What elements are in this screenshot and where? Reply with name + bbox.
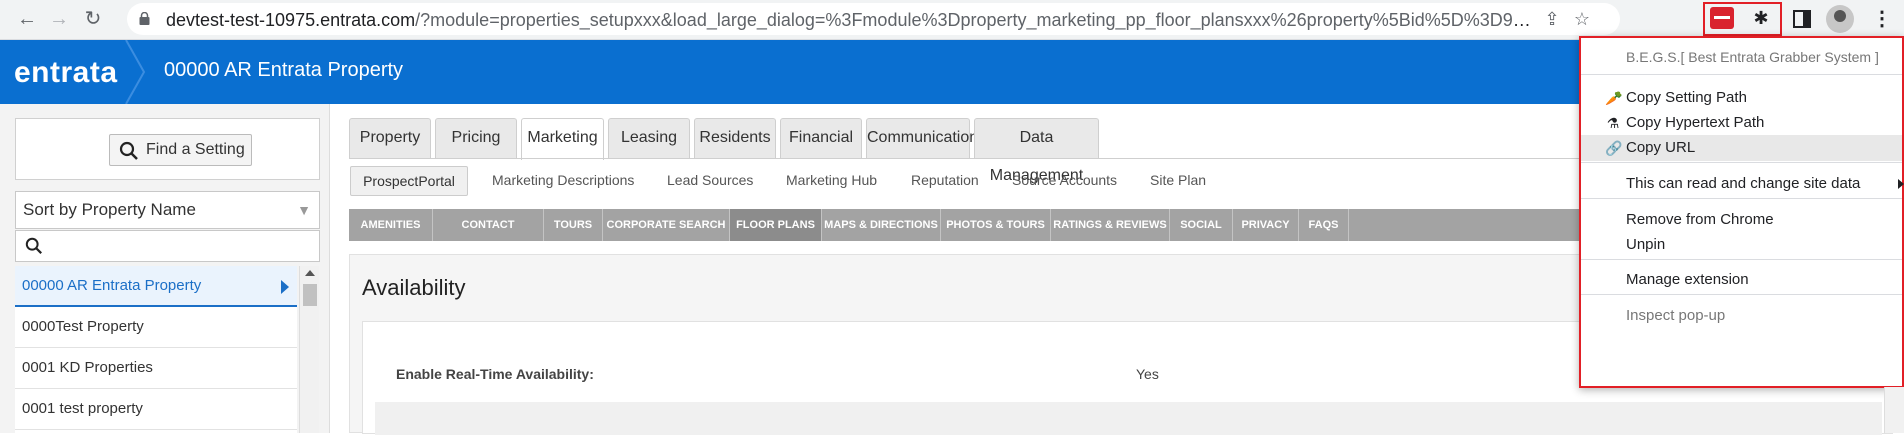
subnav-marketing-hub[interactable]: Marketing Hub: [786, 172, 877, 188]
inspect-popup-item[interactable]: Inspect pop-up: [1581, 303, 1902, 329]
subnav-lead-sources[interactable]: Lead Sources: [667, 172, 753, 188]
subnav-prospectportal[interactable]: ProspectPortal: [350, 166, 468, 196]
settings-row-strip: [375, 402, 1882, 435]
sort-select[interactable]: Sort by Property Name ▼: [15, 191, 320, 229]
realtime-availability-value: Yes: [1136, 366, 1159, 382]
list-item-label: 00000 AR Entrata Property: [22, 277, 202, 294]
menu-item-label: This can read and change site data: [1626, 175, 1861, 192]
gnav-faqs[interactable]: FAQS: [1299, 209, 1349, 241]
tab-communication[interactable]: Communication: [866, 118, 978, 158]
property-search-input[interactable]: [15, 230, 320, 262]
avatar[interactable]: [1826, 5, 1854, 33]
unpin-item[interactable]: Unpin: [1581, 232, 1902, 258]
tab-data-management[interactable]: Data Management: [974, 118, 1099, 184]
subnav-reputation[interactable]: Reputation: [911, 172, 979, 188]
entrata-logo[interactable]: entrata: [14, 56, 118, 90]
copy-hypertext-path-item[interactable]: ⚗ Copy Hypertext Path: [1581, 110, 1902, 136]
list-item-label: 0000Test Property: [22, 318, 144, 335]
share-icon[interactable]: ⇪: [1541, 8, 1563, 30]
list-item[interactable]: 0001 test property: [15, 389, 297, 430]
subnav-marketing-descriptions[interactable]: Marketing Descriptions: [492, 172, 634, 188]
tab-financial[interactable]: Financial: [780, 118, 862, 158]
tab-pricing[interactable]: Pricing: [435, 118, 517, 158]
gnav-amenities[interactable]: AMENITIES: [349, 209, 433, 241]
tab-leasing[interactable]: Leasing: [608, 118, 690, 158]
gnav-ratings-reviews[interactable]: RATINGS & REVIEWS: [1051, 209, 1170, 241]
section-title: Availability: [362, 275, 466, 300]
search-icon: [25, 237, 42, 254]
caret-right-icon: [281, 280, 289, 294]
site-data-item[interactable]: This can read and change site data: [1581, 171, 1904, 197]
menu-item-label: Inspect pop-up: [1626, 307, 1726, 324]
back-arrow-icon[interactable]: ←: [15, 7, 39, 31]
star-icon[interactable]: ☆: [1571, 8, 1593, 30]
copy-url-item[interactable]: 🔗 Copy URL: [1581, 135, 1902, 161]
search-icon: [119, 141, 138, 160]
link-icon: 🔗: [1605, 140, 1623, 156]
puzzle-icon[interactable]: ✱: [1750, 7, 1772, 29]
scroll-thumb[interactable]: [303, 284, 317, 306]
address-bar[interactable]: devtest-test-10975.entrata.com/?module=p…: [127, 3, 1620, 35]
list-item[interactable]: 0000Test Property: [15, 307, 297, 348]
menu-divider: [1581, 294, 1902, 295]
browser-toolbar: ← → ↻ devtest-test-10975.entrata.com/?mo…: [0, 0, 1904, 40]
dropdown-arrow-icon: ▼: [297, 202, 311, 218]
forward-arrow-icon[interactable]: →: [47, 7, 71, 31]
property-title: 00000 AR Entrata Property: [164, 59, 404, 81]
gnav-photos-tours[interactable]: PHOTOS & TOURS: [941, 209, 1051, 241]
realtime-availability-label: Enable Real-Time Availability:: [396, 366, 594, 382]
menu-item-label: Manage extension: [1626, 271, 1749, 288]
find-setting-box: Find a Setting: [15, 118, 320, 180]
menu-item-label: Copy Hypertext Path: [1626, 114, 1765, 131]
gnav-contact-methods[interactable]: CONTACT METHODS: [433, 209, 544, 263]
list-item[interactable]: 00000 AR Entrata Property: [15, 266, 297, 307]
remove-from-chrome-item[interactable]: Remove from Chrome: [1581, 207, 1902, 233]
gnav-social[interactable]: SOCIAL: [1170, 209, 1233, 241]
menu-item-label: Copy URL: [1626, 139, 1696, 156]
menu-item-label: Copy Setting Path: [1626, 89, 1747, 106]
reload-icon[interactable]: ↻: [81, 7, 105, 31]
subnav-site-plan[interactable]: Site Plan: [1150, 172, 1206, 188]
list-item-label: 0001 KD Properties: [22, 359, 153, 376]
menu-item-label: Unpin: [1626, 236, 1666, 253]
manage-extension-item[interactable]: Manage extension: [1581, 267, 1902, 293]
submenu-arrow-icon: [1898, 179, 1904, 189]
menu-divider: [1581, 162, 1902, 163]
find-setting-button[interactable]: Find a Setting: [109, 134, 252, 166]
list-item[interactable]: 0001 KD Properties: [15, 348, 297, 389]
page-scrollbar[interactable]: [1884, 387, 1904, 433]
kebab-menu-icon[interactable]: ⋮: [1872, 7, 1892, 31]
gnav-maps-directions[interactable]: MAPS & DIRECTIONS: [822, 209, 941, 241]
sort-select-label: Sort by Property Name: [23, 200, 196, 219]
url-text[interactable]: devtest-test-10975.entrata.com/?module=p…: [166, 10, 1536, 31]
tab-marketing[interactable]: Marketing: [521, 118, 604, 160]
lock-icon: [139, 12, 150, 25]
gnav-floor-plans[interactable]: FLOOR PLANS: [730, 209, 822, 241]
tab-property[interactable]: Property: [349, 118, 431, 158]
gnav-tours[interactable]: TOURS: [544, 209, 603, 241]
menu-divider: [1581, 74, 1902, 75]
side-panel-icon[interactable]: [1793, 10, 1811, 28]
left-panel: Find a Setting Sort by Property Name ▼ 0…: [0, 104, 330, 433]
menu-header: B.E.G.S.[ Best Entrata Grabber System ]: [1626, 49, 1879, 65]
menu-divider: [1581, 198, 1902, 199]
begs-extension-icon[interactable]: [1710, 7, 1734, 29]
list-scrollbar[interactable]: [299, 266, 319, 433]
gnav-privacy[interactable]: PRIVACY: [1233, 209, 1299, 241]
flask-icon: ⚗: [1606, 115, 1620, 131]
extension-context-menu: B.E.G.S.[ Best Entrata Grabber System ] …: [1579, 36, 1904, 388]
copy-setting-path-item[interactable]: 🥕 Copy Setting Path: [1581, 85, 1902, 111]
list-item-label: 0001 test property: [22, 400, 143, 417]
tab-residents[interactable]: Residents: [694, 118, 776, 158]
carrot-icon: 🥕: [1605, 90, 1623, 106]
find-setting-label: Find a Setting: [146, 141, 245, 158]
menu-item-label: Remove from Chrome: [1626, 211, 1774, 228]
subnav-source-accounts[interactable]: Source Accounts: [1012, 172, 1117, 188]
scroll-up-icon[interactable]: [305, 270, 315, 276]
menu-divider: [1581, 259, 1902, 260]
gnav-corporate-search[interactable]: CORPORATE SEARCH: [603, 209, 730, 241]
header-chevron-icon: [125, 40, 146, 104]
property-list: 00000 AR Entrata Property 0000Test Prope…: [15, 266, 297, 433]
